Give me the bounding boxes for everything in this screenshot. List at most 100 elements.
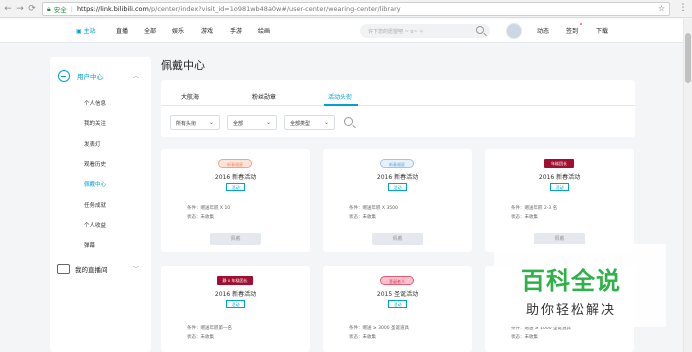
- type-filter-value: 全部类型: [290, 121, 311, 127]
- home-link[interactable]: ▣ 主站: [76, 26, 96, 35]
- title-filter-value: 所有头衔: [176, 121, 197, 127]
- title-badge: 新春福星: [380, 159, 414, 168]
- title-filter-select[interactable]: 所有头衔 ⌄: [170, 115, 220, 130]
- nav-item-live[interactable]: 直播: [116, 26, 128, 35]
- search-icon[interactable]: [476, 26, 484, 34]
- secure-label: 安全: [53, 6, 67, 14]
- sidebar-item-profile[interactable]: 个人信息: [84, 99, 106, 107]
- reload-icon[interactable]: ⟳: [26, 0, 38, 18]
- wear-button[interactable]: 佩戴: [210, 233, 261, 245]
- nav-item-download[interactable]: 下载: [596, 26, 608, 35]
- scope-filter-select[interactable]: 全部 ⌄: [227, 115, 277, 130]
- browser-toolbar: ← → ⟳ 🔒︎ 安全 | https://link.bilibili.com /…: [0, 0, 692, 18]
- title-badge: 年糕团长: [544, 159, 574, 168]
- url-host: https://link.bilibili.com: [76, 5, 149, 13]
- card-title: 2015 圣诞活动: [376, 291, 419, 298]
- title-badge: 新春福星: [218, 159, 252, 168]
- browser-menu-icon[interactable]: ⋮: [678, 3, 688, 13]
- search-input[interactable]: 许下您的愿望吧 ~ o~ ✧: [360, 24, 490, 38]
- avatar[interactable]: [506, 23, 522, 39]
- title-card: 新春福星 2016 新春活动 活动 条件：赠送年糕 X 10 状态：未收集 佩戴: [161, 149, 310, 252]
- chevron-down-icon: ⌄: [323, 119, 329, 126]
- page-title: 佩戴中心: [161, 59, 205, 72]
- filter-panel: 大航海 粉丝勋章 活动头衔 所有头衔 ⌄ 全部 ⌄ 全部类型 ⌄: [161, 80, 635, 137]
- event-tag: 活动: [388, 300, 407, 308]
- user-center-icon: [58, 70, 70, 82]
- search-placeholder: 许下您的愿望吧 ~ o~ ✧: [368, 29, 424, 35]
- tv-icon: [57, 264, 70, 274]
- notification-dot: [580, 23, 582, 25]
- forward-icon[interactable]: →: [14, 0, 26, 18]
- nav-item-dynamics[interactable]: 动态: [537, 26, 549, 35]
- lock-icon: 🔒︎: [47, 4, 51, 13]
- card-status: 状态：未收集: [187, 215, 214, 220]
- watermark-title: 百科全说: [521, 267, 621, 295]
- title-badge: 圣诞老人: [380, 276, 414, 285]
- home-label: 主站: [83, 28, 96, 35]
- event-tag: 活动: [226, 300, 245, 308]
- card-status: 状态：未收集: [511, 335, 538, 340]
- nav-item-checkin[interactable]: 签到: [566, 26, 578, 35]
- sidebar-item-following[interactable]: 我的关注: [84, 119, 106, 127]
- card-status: 状态：未收集: [349, 215, 376, 220]
- active-tab-indicator: [324, 104, 358, 106]
- tab-voyage[interactable]: 大航海: [181, 92, 199, 101]
- chevron-down-icon: ⌄: [208, 119, 214, 126]
- nav-item-entertainment[interactable]: 娱乐: [172, 26, 184, 35]
- chevron-down-icon[interactable]: ﹀: [133, 264, 139, 273]
- sidebar-item-earnings[interactable]: 个人收益: [84, 221, 106, 229]
- tab-event-titles[interactable]: 活动头衔: [328, 92, 352, 101]
- card-condition: 条件：赠送年糕 2-3 名: [511, 206, 558, 211]
- event-tag: 活动: [550, 183, 569, 191]
- sidebar: 用户中心 ︿ 个人信息 我的关注 发表灯 观看历史 佩戴中心 任务成就 个人收益…: [50, 57, 151, 352]
- chevron-up-icon[interactable]: ︿: [133, 71, 139, 80]
- card-title: 2016 新春活动: [214, 291, 257, 298]
- sidebar-header-label: 用户中心: [77, 73, 103, 81]
- sidebar-item-lights[interactable]: 发表灯: [84, 140, 101, 148]
- nav-item-all[interactable]: 全部: [144, 26, 156, 35]
- card-condition: 条件：赠送年糕第一名: [187, 326, 232, 331]
- page-scrollbar[interactable]: [683, 19, 692, 352]
- scrollbar-thumb[interactable]: [685, 33, 691, 83]
- card-condition: 条件：赠送年糕 X 10: [187, 206, 231, 211]
- wear-button[interactable]: 佩戴: [372, 233, 423, 245]
- tab-divider: [161, 105, 635, 106]
- title-card: 静 x 年糕团长 2016 新春活动 活动 条件：赠送年糕第一名 状态：未收集: [161, 266, 310, 352]
- card-status: 状态：未收集: [349, 335, 376, 340]
- card-status: 状态：未收集: [187, 335, 214, 340]
- card-title: 2016 新春活动: [538, 174, 581, 181]
- card-title: 2016 新春活动: [214, 174, 257, 181]
- sidebar-item-achievements[interactable]: 任务成就: [84, 201, 106, 209]
- watermark: 百科全说 助你轻松解决: [494, 244, 666, 327]
- bookmark-star-icon[interactable]: ☆: [658, 4, 665, 13]
- sidebar-item-my-room[interactable]: 我的直播间: [57, 264, 108, 274]
- back-icon[interactable]: ←: [2, 0, 14, 18]
- card-status: 状态：未收集: [511, 215, 538, 220]
- card-condition: 条件：赠送年糕 X 3500: [349, 206, 398, 211]
- scope-filter-value: 全部: [233, 121, 244, 127]
- sidebar-item-history[interactable]: 观看历史: [84, 160, 106, 168]
- url-separator: |: [70, 5, 73, 13]
- sidebar-item-danmaku[interactable]: 弹幕: [84, 241, 95, 249]
- tab-fan-medals[interactable]: 粉丝勋章: [252, 92, 276, 101]
- site-header: ▣ 主站 直播 全部 娱乐 游戏 手游 绘画 许下您的愿望吧 ~ o~ ✧ 动态…: [0, 19, 683, 43]
- url-path: /p/center/index?visit_id=1o981wb48a0w#/u…: [148, 5, 401, 13]
- sidebar-header[interactable]: 用户中心: [58, 70, 103, 82]
- card-condition: 条件：赠送 ≥ 3000 圣诞道具: [349, 326, 410, 331]
- nav-item-drawing[interactable]: 绘画: [258, 26, 270, 35]
- nav-item-games[interactable]: 游戏: [201, 26, 213, 35]
- title-card: 年糕团长 2016 新春活动 活动 条件：赠送年糕 2-3 名 状态：未收集 佩…: [485, 149, 634, 252]
- nav-item-mobile-games[interactable]: 手游: [230, 26, 242, 35]
- search-icon[interactable]: [344, 117, 353, 126]
- sidebar-item-wearing-center[interactable]: 佩戴中心: [84, 180, 106, 188]
- title-card: 圣诞老人 2015 圣诞活动 活动 条件：赠送 ≥ 3000 圣诞道具 状态：未…: [323, 266, 472, 352]
- title-badge: 静 x 年糕团长: [217, 276, 253, 285]
- event-tag: 活动: [226, 183, 245, 191]
- chevron-down-icon: ⌄: [265, 119, 271, 126]
- address-bar[interactable]: 🔒︎ 安全 | https://link.bilibili.com/p/cent…: [42, 2, 670, 16]
- card-title: 2016 新春活动: [376, 174, 419, 181]
- type-filter-select[interactable]: 全部类型 ⌄: [284, 115, 335, 130]
- event-tag: 活动: [388, 183, 407, 191]
- title-card: 新春福星 2016 新春活动 活动 条件：赠送年糕 X 3500 状态：未收集 …: [323, 149, 472, 252]
- my-room-label: 我的直播间: [75, 266, 108, 274]
